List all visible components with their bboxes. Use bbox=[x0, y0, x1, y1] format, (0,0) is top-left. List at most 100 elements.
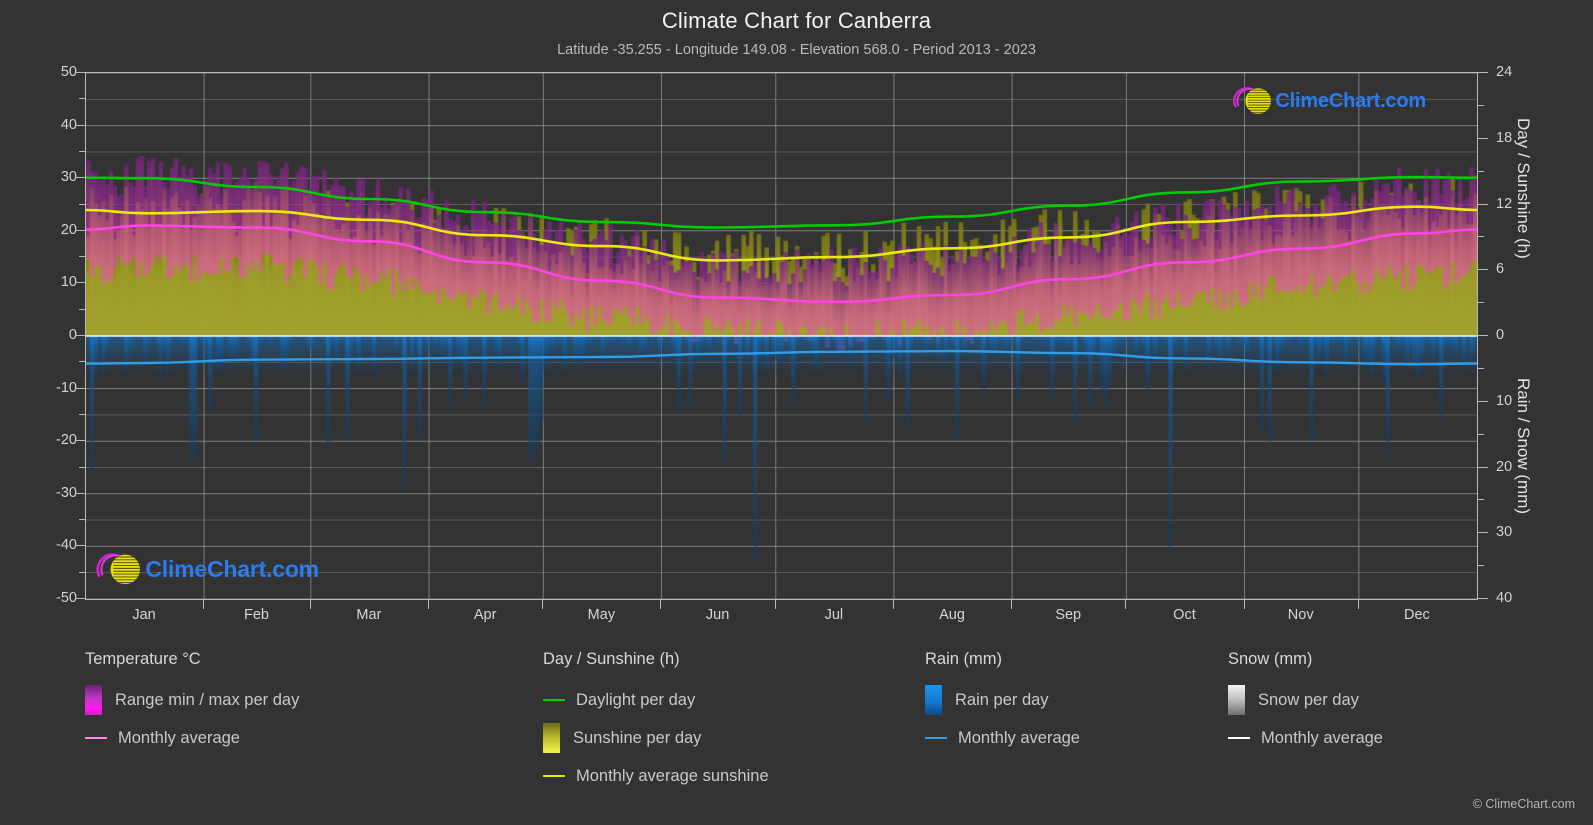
y-axis-right-minor-tick bbox=[1478, 565, 1484, 566]
y-axis-right-minor-tick bbox=[1478, 499, 1484, 500]
x-axis-tick-mark bbox=[542, 600, 543, 609]
legend-line-swatch-icon bbox=[925, 737, 947, 739]
legend-item[interactable]: Rain per day bbox=[925, 681, 1080, 719]
legend-heading: Rain (mm) bbox=[925, 650, 1080, 669]
watermark-logo-bottom-left: ClimeChart.com bbox=[94, 551, 319, 588]
legend-item[interactable]: Monthly average bbox=[85, 719, 299, 757]
x-axis-tick-mark bbox=[310, 600, 311, 609]
y-axis-right-minor-tick bbox=[1478, 368, 1484, 369]
legend-item-label: Daylight per day bbox=[576, 691, 695, 710]
y-axis-left-tick-label: 10 bbox=[17, 274, 77, 290]
y-axis-right-tick-mark bbox=[1478, 335, 1488, 336]
y-axis-right-top-tick-label: 24 bbox=[1496, 64, 1556, 80]
legend-item-label: Range min / max per day bbox=[115, 691, 299, 710]
x-axis-tick-mark bbox=[428, 600, 429, 609]
legend-column: Temperature °CRange min / max per dayMon… bbox=[85, 650, 299, 757]
climate-chart-plot[interactable]: ClimeChart.com ClimeChart.com bbox=[85, 72, 1478, 600]
x-axis-month-label: Apr bbox=[474, 607, 497, 623]
y-axis-left-tick-mark bbox=[75, 72, 85, 73]
legend-column: Snow (mm) Snow per dayMonthly average bbox=[1228, 650, 1383, 757]
legend-line-swatch-icon bbox=[85, 737, 107, 739]
y-axis-left-tick-label: 40 bbox=[17, 117, 77, 133]
page-title: Climate Chart for Canberra bbox=[0, 8, 1593, 34]
legend-column: Day / Sunshine (h) Daylight per day Sunshi… bbox=[543, 650, 769, 795]
y-axis-left-tick-mark bbox=[75, 440, 85, 441]
y-axis-left-tick-label: -40 bbox=[17, 537, 77, 553]
legend-item[interactable]: Monthly average bbox=[1228, 719, 1383, 757]
x-axis-tick-mark bbox=[1244, 600, 1245, 609]
legend-gradient-swatch-icon bbox=[1228, 685, 1245, 715]
legend-item-label: Monthly average bbox=[958, 729, 1080, 748]
x-axis-month-label: Mar bbox=[356, 607, 381, 623]
legend-item-label: Monthly average bbox=[118, 729, 240, 748]
x-axis-tick-mark bbox=[775, 600, 776, 609]
legend-column: Rain (mm) Rain per day Monthly average bbox=[925, 650, 1080, 757]
y-axis-right-tick-mark bbox=[1478, 598, 1488, 599]
y-axis-right-tick-mark bbox=[1478, 401, 1488, 402]
climechart-logo-text: ClimeChart.com bbox=[1275, 90, 1426, 113]
legend-line-swatch-icon bbox=[543, 775, 565, 777]
legend-gradient-swatch-icon bbox=[85, 685, 102, 715]
y-axis-left-tick-mark bbox=[75, 598, 85, 599]
monthly-average-lines bbox=[86, 73, 1477, 599]
legend-item[interactable]: Monthly average bbox=[925, 719, 1080, 757]
legend-line-swatch-icon bbox=[543, 699, 565, 701]
y-axis-right-top-tick-label: 12 bbox=[1496, 196, 1556, 212]
y-axis-right-top-tick-label: 0 bbox=[1496, 327, 1556, 343]
y-axis-right-bottom-tick-label: 40 bbox=[1496, 590, 1556, 606]
climechart-logo-icon bbox=[94, 551, 147, 588]
y-axis-left-tick-mark bbox=[75, 125, 85, 126]
x-axis-tick-mark bbox=[1125, 600, 1126, 609]
y-axis-left-tick-label: 50 bbox=[17, 64, 77, 80]
y-axis-right-top-tick-label: 18 bbox=[1496, 130, 1556, 146]
legend-item-label: Monthly average sunshine bbox=[576, 767, 769, 786]
y-axis-right-bottom-tick-label: 20 bbox=[1496, 459, 1556, 475]
legend-item-label: Rain per day bbox=[955, 691, 1049, 710]
y-axis-left-tick-label: 0 bbox=[17, 327, 77, 343]
y-axis-right-tick-mark bbox=[1478, 138, 1488, 139]
page-subtitle: Latitude -35.255 - Longitude 149.08 - El… bbox=[0, 42, 1593, 58]
legend-item[interactable]: Monthly average sunshine bbox=[543, 757, 769, 795]
legend-item[interactable]: Snow per day bbox=[1228, 681, 1383, 719]
x-axis-tick-mark bbox=[203, 600, 204, 609]
x-axis-tick-mark bbox=[893, 600, 894, 609]
y-axis-left-tick-label: 20 bbox=[17, 222, 77, 238]
x-axis-month-label: Feb bbox=[244, 607, 269, 623]
y-axis-right-tick-mark bbox=[1478, 204, 1488, 205]
y-axis-left-tick-mark bbox=[75, 335, 85, 336]
x-axis-tick-mark bbox=[1011, 600, 1012, 609]
y-axis-right-tick-mark bbox=[1478, 532, 1488, 533]
y-axis-left-tick-label: -20 bbox=[17, 432, 77, 448]
y-axis-right-minor-tick bbox=[1478, 302, 1484, 303]
legend-item-label: Sunshine per day bbox=[573, 729, 701, 748]
legend-line-swatch-icon bbox=[1228, 737, 1250, 739]
y-axis-left-tick-label: -30 bbox=[17, 485, 77, 501]
x-axis-month-label: Jan bbox=[132, 607, 155, 623]
x-axis-month-label: Jun bbox=[706, 607, 729, 623]
legend-item[interactable]: Range min / max per day bbox=[85, 681, 299, 719]
legend-gradient-swatch-icon bbox=[543, 723, 560, 753]
y-axis-left-tick-label: -50 bbox=[17, 590, 77, 606]
x-axis-month-label: Jul bbox=[825, 607, 844, 623]
y-axis-right-bottom-tick-label: 10 bbox=[1496, 393, 1556, 409]
y-axis-right-tick-mark bbox=[1478, 269, 1488, 270]
x-axis-month-label: Dec bbox=[1404, 607, 1430, 623]
x-axis-tick-mark bbox=[1358, 600, 1359, 609]
legend-heading: Snow (mm) bbox=[1228, 650, 1383, 669]
watermark-logo-top-right: ClimeChart.com bbox=[1231, 85, 1426, 117]
y-axis-right-tick-mark bbox=[1478, 72, 1488, 73]
climechart-logo-icon bbox=[1231, 85, 1277, 117]
y-axis-left-tick-label: 30 bbox=[17, 169, 77, 185]
y-axis-left-tick-mark bbox=[75, 388, 85, 389]
x-axis-month-label: May bbox=[588, 607, 615, 623]
legend-heading: Day / Sunshine (h) bbox=[543, 650, 769, 669]
x-axis-month-label: Aug bbox=[939, 607, 965, 623]
y-axis-left-tick-mark bbox=[75, 545, 85, 546]
y-axis-right-minor-tick bbox=[1478, 434, 1484, 435]
y-axis-right-bottom-tick-label: 30 bbox=[1496, 524, 1556, 540]
y-axis-left-tick-mark bbox=[75, 230, 85, 231]
y-axis-right-minor-tick bbox=[1478, 171, 1484, 172]
legend-item[interactable]: Sunshine per day bbox=[543, 719, 769, 757]
legend-gradient-swatch-icon bbox=[925, 685, 942, 715]
legend-item[interactable]: Daylight per day bbox=[543, 681, 769, 719]
